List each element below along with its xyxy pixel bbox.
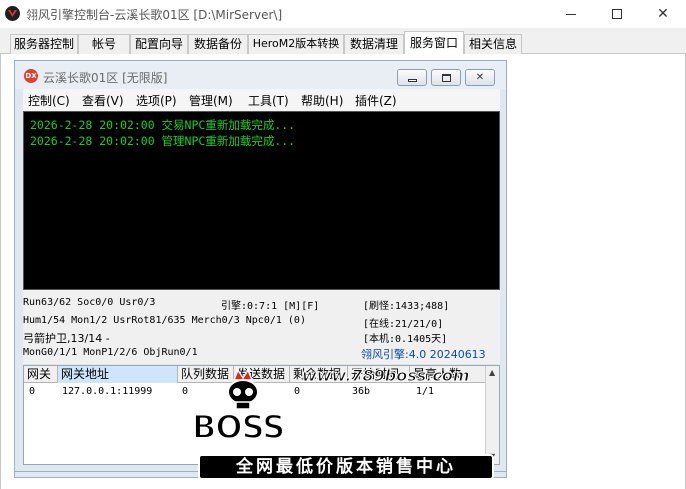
column-header-address[interactable]: 网关地址 — [58, 366, 178, 383]
status-humans: Hum1/54 Mon1/2 UsrRot81/635 Merch0/3 Npc… — [23, 315, 306, 326]
child-window-title: 云溪长歌01区 [无限版] — [43, 71, 168, 85]
tab-config-wizard[interactable]: 配置向导 — [130, 34, 188, 54]
tab-service-window[interactable]: 服务窗口 — [404, 31, 464, 55]
maximize-button[interactable] — [594, 0, 640, 28]
child-minimize-button[interactable] — [397, 69, 427, 86]
app-logo-icon — [5, 6, 20, 21]
cell-gateway: 0 — [29, 386, 36, 397]
menu-manage[interactable]: 管理(M) — [189, 92, 233, 109]
main-tabbar: 服务器控制 帐号 配置向导 数据备份 HeroM2版本转换 数据清理 服务窗口 … — [0, 28, 686, 55]
window-title: 翎风引擎控制台-云溪长歌01区 [D:\MirServer\] — [26, 8, 283, 22]
status-online: [在线:21/21/0] — [363, 319, 444, 330]
maximize-icon — [612, 9, 622, 19]
log-line: 2026-2-28 20:02:00 管理NPC重新加载完成... — [30, 134, 296, 148]
child-close-button[interactable]: ✕ — [465, 69, 495, 86]
status-panel: Run63/62 Soc0/0 Usr0/3 引擎:0:7:1 [M][F] [… — [23, 290, 500, 364]
status-guard: 弓箭护卫,13/14 - — [23, 332, 110, 345]
watermark-name: 版本库 — [300, 398, 462, 461]
status-run: Run63/62 Soc0/0 Usr0/3 — [23, 297, 156, 308]
status-mon-groups: MonG0/1/1 MonP1/2/6 ObjRun0/1 — [23, 347, 198, 358]
watermark-slogan: 全网最低价版本销售中心 — [198, 454, 494, 480]
tab-data-backup[interactable]: 数据备份 — [188, 34, 248, 54]
status-monster-refresh: [刷怪:1433;488] — [363, 301, 450, 312]
menu-help[interactable]: 帮助(H) — [301, 92, 343, 109]
close-button[interactable]: ✕ — [640, 0, 686, 28]
tab-server-control[interactable]: 服务器控制 — [10, 34, 78, 54]
child-window-titlebar: DX 云溪长歌01区 [无限版] ✕ — [15, 61, 506, 89]
tab-related-info[interactable]: 相关信息 — [464, 34, 522, 54]
menu-plugins[interactable]: 插件(Z) — [355, 92, 397, 109]
window-titlebar: 翎风引擎控制台-云溪长歌01区 [D:\MirServer\] ✕ — [0, 0, 686, 28]
menu-view[interactable]: 查看(V) — [82, 92, 124, 109]
watermark-brand: BOSS — [191, 407, 286, 447]
close-icon: ✕ — [475, 71, 485, 83]
child-menubar: 控制(C) 查看(V) 选项(P) 管理(M) 工具(T) 帮助(H) 插件(Z… — [23, 89, 500, 111]
log-line: 2026-2-28 20:02:00 交易NPC重新加载完成... — [30, 118, 296, 132]
watermark-site: www.789boss.com — [302, 366, 471, 386]
menu-options[interactable]: 选项(P) — [136, 92, 177, 109]
menu-tools[interactable]: 工具(T) — [248, 92, 289, 109]
status-local: [本机:0.1405天] — [363, 334, 448, 345]
log-console[interactable]: 2026-2-28 20:02:00 交易NPC重新加载完成... 2026-2… — [23, 111, 500, 290]
cell-address: 127.0.0.1:11999 — [62, 386, 153, 397]
dx-app-icon: DX — [24, 69, 38, 83]
boss-watermark-logo: www.789boss.com BOSS 版本库 全网最低价版本销售中心 — [190, 356, 495, 481]
cell-queue: 0 — [182, 386, 189, 397]
child-maximize-button[interactable] — [431, 69, 461, 86]
tab-data-cleanup[interactable]: 数据清理 — [344, 34, 404, 54]
menu-control[interactable]: 控制(C) — [28, 92, 70, 109]
minimize-icon — [407, 78, 417, 82]
status-engine: 引擎:0:7:1 [M][F] — [221, 301, 320, 312]
column-header-gateway[interactable]: 网关 — [24, 366, 58, 383]
maximize-icon — [441, 73, 451, 82]
close-icon: ✕ — [657, 6, 669, 22]
tab-herom2-convert[interactable]: HeroM2版本转换 — [248, 34, 344, 54]
minimize-icon — [566, 13, 576, 15]
minimize-button[interactable] — [548, 0, 594, 28]
tab-account[interactable]: 帐号 — [78, 34, 130, 54]
